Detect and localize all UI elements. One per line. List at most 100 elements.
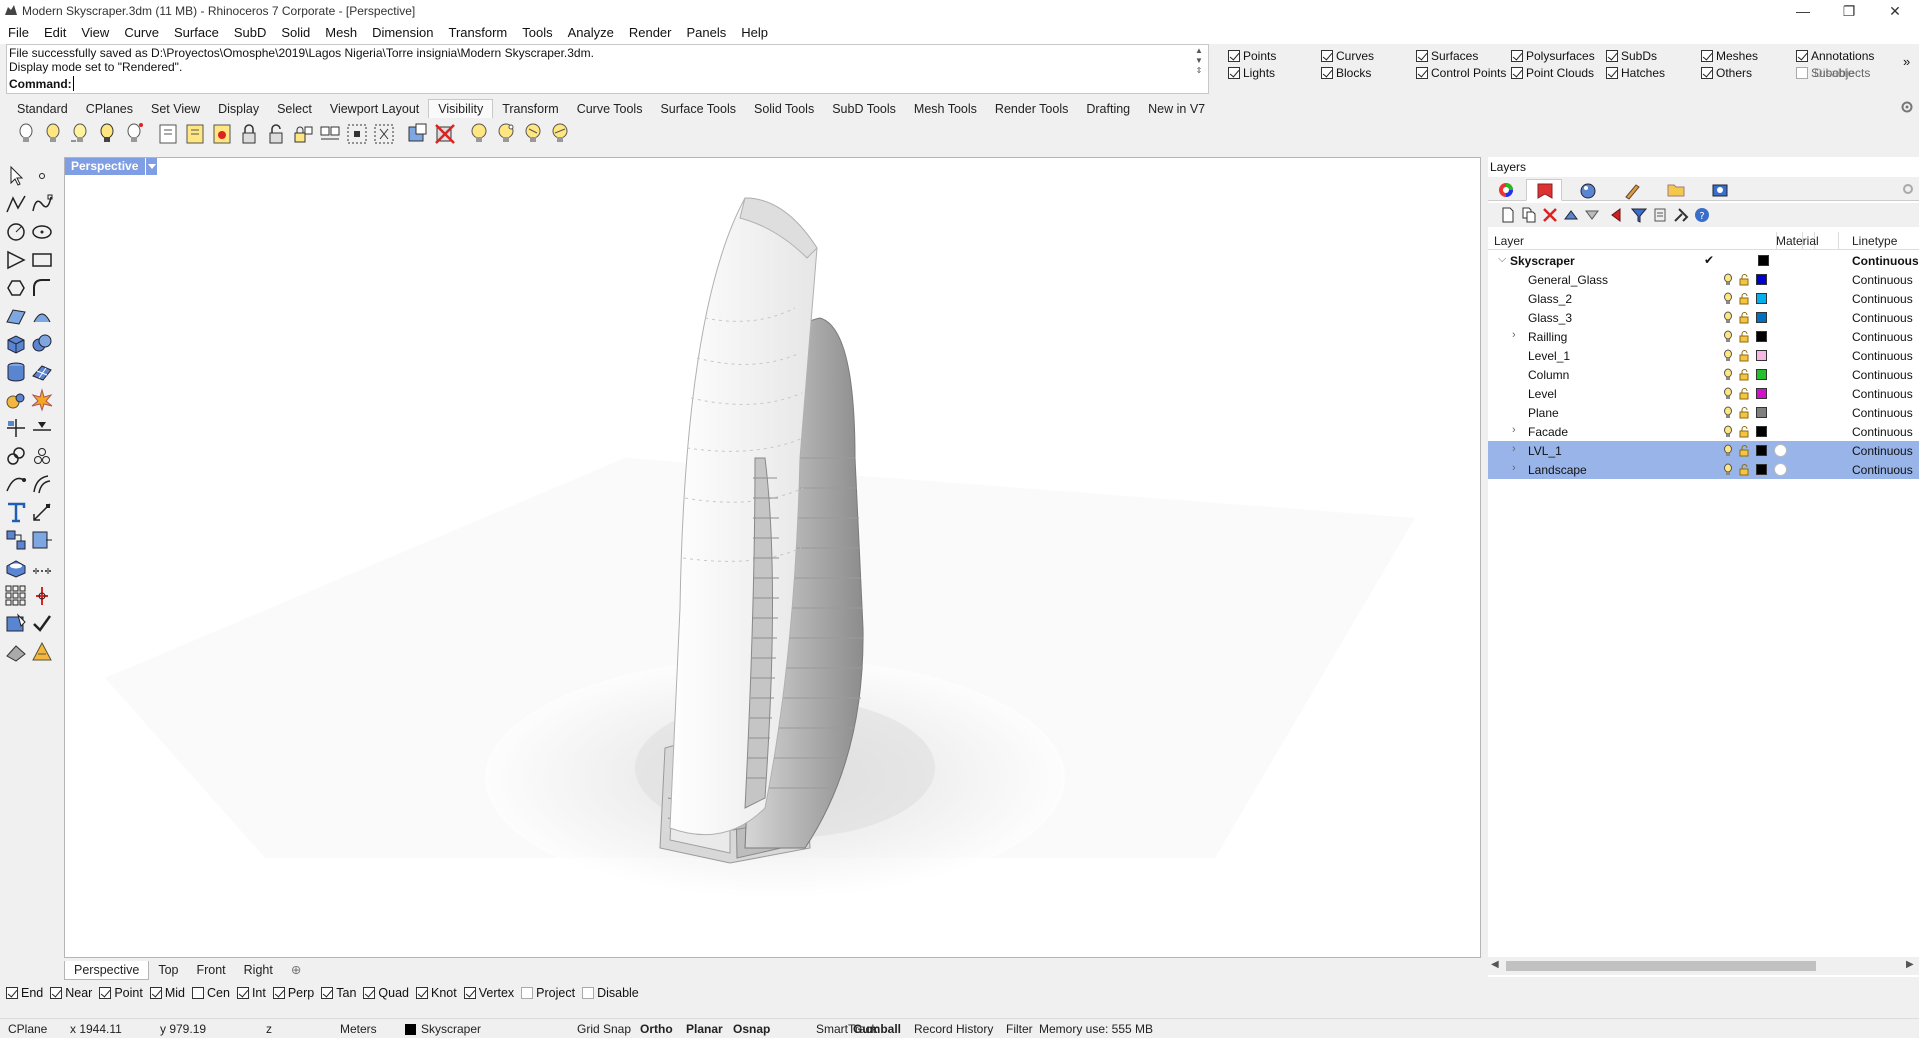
layer-name[interactable]: Facade: [1528, 425, 1568, 439]
checkbox[interactable]: [1416, 50, 1428, 62]
menu-mesh[interactable]: Mesh: [317, 22, 364, 40]
padlock-icon[interactable]: [237, 121, 261, 147]
checkbox[interactable]: [192, 987, 204, 999]
filter-point-clouds[interactable]: Point Clouds: [1511, 66, 1594, 80]
command-scroll[interactable]: ▲ ▼ ⇕: [1192, 46, 1206, 92]
add-viewport-tab-button[interactable]: ⊕: [282, 960, 310, 979]
scroll-right-icon[interactable]: ▶: [1906, 959, 1914, 970]
chevron-right-icon[interactable]: ›: [1512, 424, 1516, 436]
checkbox[interactable]: [1511, 50, 1523, 62]
layer-name[interactable]: Level: [1528, 387, 1557, 401]
layer-name[interactable]: Glass_2: [1528, 292, 1572, 306]
checkbox[interactable]: [1228, 50, 1240, 62]
unlock-icon[interactable]: [183, 121, 207, 147]
layer-row[interactable]: › LVL_1 Continuous: [1488, 441, 1919, 460]
unlocked-padlock-icon[interactable]: [1738, 368, 1750, 381]
status-current-layer[interactable]: Skyscraper: [421, 1022, 481, 1036]
filter-icon[interactable]: [1631, 207, 1647, 223]
gumball-icon[interactable]: [30, 584, 54, 608]
osnap-vertex[interactable]: Vertex: [463, 986, 514, 1000]
analyze-icon[interactable]: [30, 528, 54, 552]
menu-render[interactable]: Render: [621, 22, 679, 40]
tab-named-views[interactable]: [1702, 179, 1738, 201]
layer-row[interactable]: General_Glass Continuous: [1488, 270, 1919, 289]
lightbulb-icon[interactable]: [1722, 311, 1734, 324]
render-icon[interactable]: [4, 388, 28, 412]
checkbox[interactable]: [1511, 67, 1523, 79]
maximize-button[interactable]: ❐: [1826, 0, 1872, 22]
layer-linetype[interactable]: Continuous: [1852, 349, 1913, 363]
layer-color-swatch[interactable]: [1756, 331, 1767, 342]
tab-perspective[interactable]: Perspective: [64, 961, 150, 980]
layer-name[interactable]: LVL_1: [1528, 444, 1562, 458]
layer-color-swatch[interactable]: [1756, 350, 1767, 361]
layers-horizontal-scrollbar[interactable]: ◀ ▶: [1488, 957, 1919, 975]
lightbulb-icon[interactable]: [1722, 349, 1734, 362]
menu-panels[interactable]: Panels: [678, 22, 733, 40]
filter-points[interactable]: Points: [1228, 49, 1276, 63]
layer-swap-icon[interactable]: [548, 121, 572, 147]
edit-tools-icon[interactable]: [4, 612, 28, 636]
unlocked-padlock-icon[interactable]: [1738, 425, 1750, 438]
status-units[interactable]: Meters: [340, 1022, 377, 1036]
material-swatch[interactable]: [1774, 463, 1787, 476]
chevron-down-icon[interactable]: ⌵: [1498, 253, 1506, 266]
checkbox[interactable]: [582, 987, 595, 999]
osnap-knot[interactable]: Knot: [416, 986, 457, 1000]
material-swatch[interactable]: [1774, 444, 1787, 457]
status-grid-snap[interactable]: Grid Snap: [577, 1022, 631, 1036]
unlocked-padlock-icon[interactable]: [1738, 330, 1750, 343]
check-icon[interactable]: [30, 612, 54, 636]
split-icon[interactable]: [30, 416, 54, 440]
checkbox[interactable]: [149, 987, 162, 999]
trim-icon[interactable]: [4, 416, 28, 440]
text-icon[interactable]: [4, 500, 28, 524]
layer-name[interactable]: Column: [1528, 368, 1569, 382]
curve-icon[interactable]: [30, 192, 54, 216]
layer-linetype[interactable]: Continuous: [1852, 444, 1913, 458]
checkbox[interactable]: [463, 987, 476, 999]
tab-rendering[interactable]: [1570, 179, 1606, 201]
lightbulb-icon[interactable]: [1722, 387, 1734, 400]
chevron-right-icon[interactable]: ›: [1512, 462, 1516, 474]
lightbulb-icon[interactable]: [1722, 273, 1734, 286]
layer-row[interactable]: › Facade Continuous: [1488, 422, 1919, 441]
checkbox[interactable]: [363, 987, 376, 999]
layer-linetype[interactable]: Continuous: [1852, 425, 1913, 439]
measure-icon[interactable]: [30, 556, 54, 580]
checkbox[interactable]: [1321, 50, 1333, 62]
gear-icon[interactable]: [1900, 100, 1914, 114]
tab-front[interactable]: Front: [187, 961, 234, 979]
hide-points-icon[interactable]: [345, 121, 369, 147]
tab-properties[interactable]: [1488, 179, 1524, 201]
filter-curves[interactable]: Curves: [1321, 49, 1374, 63]
checkbox[interactable]: [321, 987, 334, 999]
filters-more-button[interactable]: »: [1903, 54, 1910, 69]
checkbox[interactable]: [1796, 67, 1808, 79]
menu-file[interactable]: File: [0, 22, 36, 40]
isolate-icon[interactable]: [406, 121, 430, 147]
layer-color-swatch[interactable]: [1756, 388, 1767, 399]
tab-subd-tools[interactable]: SubD Tools: [823, 100, 905, 118]
menu-tools[interactable]: Tools: [514, 22, 559, 40]
layer-color-swatch[interactable]: [1756, 312, 1767, 323]
chevron-right-icon[interactable]: ›: [1512, 329, 1516, 341]
checkbox[interactable]: [1701, 67, 1713, 79]
osnap-project[interactable]: Project: [521, 986, 575, 1000]
lightbulb-icon[interactable]: [1722, 463, 1734, 476]
checkbox[interactable]: [272, 987, 285, 999]
lightbulb-icon[interactable]: [1722, 292, 1734, 305]
scroll-thumb[interactable]: [1506, 961, 1816, 971]
unlocked-padlock-icon[interactable]: [1738, 292, 1750, 305]
osnap-quad[interactable]: Quad: [363, 986, 409, 1000]
checkbox[interactable]: [1606, 67, 1618, 79]
osnap-end[interactable]: End: [6, 986, 43, 1000]
move-up-icon[interactable]: [1563, 207, 1579, 223]
layer-name[interactable]: Railling: [1528, 330, 1567, 344]
tab-set-view[interactable]: Set View: [142, 100, 209, 118]
layer-row[interactable]: Glass_2 Continuous: [1488, 289, 1919, 308]
status-ortho[interactable]: Ortho: [640, 1022, 673, 1036]
menu-surface[interactable]: Surface: [166, 22, 226, 40]
rebuild-icon[interactable]: [4, 472, 28, 496]
circle-icon[interactable]: [4, 220, 28, 244]
